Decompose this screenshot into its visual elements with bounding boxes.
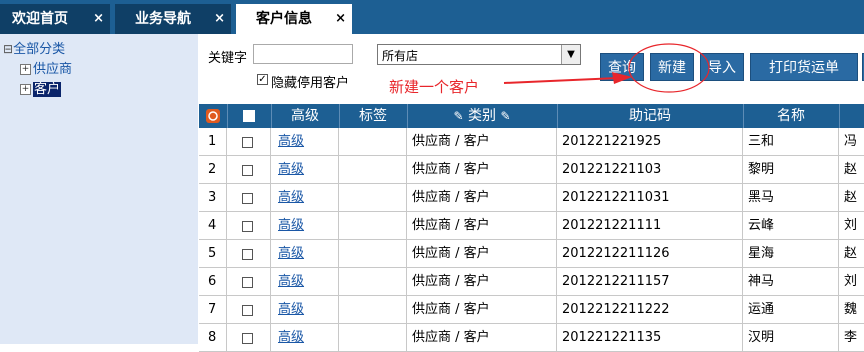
level-link[interactable]: 高级 (271, 324, 339, 351)
row-checkbox-cell (227, 128, 271, 155)
level-link[interactable]: 高级 (271, 128, 339, 155)
row-checkbox-cell (227, 184, 271, 211)
contact-cell: 刘 (839, 268, 864, 295)
row-checkbox[interactable] (242, 277, 253, 288)
row-number: 5 (199, 240, 227, 267)
annotation-circle (628, 43, 710, 93)
level-link[interactable]: 高级 (271, 212, 339, 239)
code-cell: 2012212211157 (557, 268, 743, 295)
table-row[interactable]: 1 高级 供应商 / 客户 201221221925 三和冯 (199, 128, 864, 156)
category-cell: 供应商 / 客户 (407, 324, 557, 351)
col-header-level[interactable]: 高级 (271, 104, 339, 128)
name-cell: 运通 (743, 296, 839, 323)
annotation-arrow-line (503, 77, 619, 84)
tag-cell (339, 128, 407, 155)
table-header: 高级 标签 ✎ 类别 ✎ 助记码 名称 (199, 104, 864, 128)
contact-cell: 刘 (839, 212, 864, 239)
row-checkbox[interactable] (242, 249, 253, 260)
category-cell: 供应商 / 客户 (407, 156, 557, 183)
level-link[interactable]: 高级 (271, 240, 339, 267)
row-checkbox-cell (227, 268, 271, 295)
tag-cell (339, 240, 407, 267)
tag-cell (339, 268, 407, 295)
row-number: 4 (199, 212, 227, 239)
col-header-category-label: 类别 (468, 108, 496, 124)
edit-list-icon[interactable]: ✎ (500, 109, 510, 123)
row-checkbox[interactable] (242, 137, 253, 148)
row-number: 3 (199, 184, 227, 211)
col-header-code[interactable]: 助记码 (557, 104, 743, 128)
row-number: 2 (199, 156, 227, 183)
row-checkbox-cell (227, 156, 271, 183)
row-checkbox-cell (227, 324, 271, 351)
row-checkbox[interactable] (242, 193, 253, 204)
row-checkbox[interactable] (242, 221, 253, 232)
tag-cell (339, 324, 407, 351)
name-cell: 神马 (743, 268, 839, 295)
row-number: 1 (199, 128, 227, 155)
code-cell: 201221221103 (557, 156, 743, 183)
col-header-tag[interactable]: 标签 (339, 104, 407, 128)
row-checkbox[interactable] (242, 305, 253, 316)
contact-cell: 赵 (839, 184, 864, 211)
table-row[interactable]: 3 高级 供应商 / 客户 2012212211031 黑马赵 (199, 184, 864, 212)
level-link[interactable]: 高级 (271, 156, 339, 183)
row-checkbox-cell (227, 296, 271, 323)
annotation-arrow-head (612, 72, 632, 84)
level-link[interactable]: 高级 (271, 296, 339, 323)
col-header-name[interactable]: 名称 (743, 104, 839, 128)
code-cell: 201221221111 (557, 212, 743, 239)
contact-cell: 冯 (839, 128, 864, 155)
name-cell: 云峰 (743, 212, 839, 239)
contact-cell: 赵 (839, 156, 864, 183)
row-number: 6 (199, 268, 227, 295)
code-cell: 2012212211126 (557, 240, 743, 267)
tag-cell (339, 184, 407, 211)
code-cell: 2012212211222 (557, 296, 743, 323)
table-row[interactable]: 4 高级 供应商 / 客户 201221221111 云峰刘 (199, 212, 864, 240)
category-cell: 供应商 / 客户 (407, 296, 557, 323)
contact-cell: 赵 (839, 240, 864, 267)
code-cell: 201221221925 (557, 128, 743, 155)
category-cell: 供应商 / 客户 (407, 128, 557, 155)
col-header-category[interactable]: ✎ 类别 ✎ (407, 104, 557, 128)
select-all-checkbox[interactable] (227, 104, 271, 128)
name-cell: 黑马 (743, 184, 839, 211)
row-checkbox-cell (227, 240, 271, 267)
contact-cell: 魏 (839, 296, 864, 323)
row-number: 8 (199, 324, 227, 351)
category-cell: 供应商 / 客户 (407, 268, 557, 295)
tag-cell (339, 296, 407, 323)
level-link[interactable]: 高级 (271, 268, 339, 295)
code-cell: 2012212211031 (557, 184, 743, 211)
code-cell: 201221221135 (557, 324, 743, 351)
edit-pencil-icon[interactable]: ✎ (453, 109, 463, 123)
row-number: 7 (199, 296, 227, 323)
name-cell: 汉明 (743, 324, 839, 351)
table-row[interactable]: 6 高级 供应商 / 客户 2012212211157 神马刘 (199, 268, 864, 296)
row-checkbox[interactable] (242, 333, 253, 344)
row-checkbox-cell (227, 212, 271, 239)
tag-cell (339, 156, 407, 183)
name-cell: 黎明 (743, 156, 839, 183)
row-checkbox[interactable] (242, 165, 253, 176)
tag-cell (339, 212, 407, 239)
category-cell: 供应商 / 客户 (407, 240, 557, 267)
table-row[interactable]: 8 高级 供应商 / 客户 201221221135 汉明李 (199, 324, 864, 352)
category-cell: 供应商 / 客户 (407, 184, 557, 211)
name-cell: 三和 (743, 128, 839, 155)
table-row[interactable]: 5 高级 供应商 / 客户 2012212211126 星海赵 (199, 240, 864, 268)
name-cell: 星海 (743, 240, 839, 267)
category-cell: 供应商 / 客户 (407, 212, 557, 239)
refresh-icon[interactable] (199, 104, 227, 128)
refresh-icon-svg (206, 109, 220, 123)
table-row[interactable]: 2 高级 供应商 / 客户 201221221103 黎明赵 (199, 156, 864, 184)
table-row[interactable]: 7 高级 供应商 / 客户 2012212211222 运通魏 (199, 296, 864, 324)
level-link[interactable]: 高级 (271, 184, 339, 211)
contact-cell: 李 (839, 324, 864, 351)
